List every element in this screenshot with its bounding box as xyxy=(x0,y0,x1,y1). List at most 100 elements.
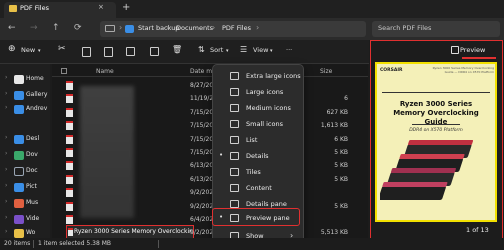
forward-icon[interactable]: → xyxy=(30,23,38,33)
music-icon xyxy=(14,199,24,208)
file-size: 5 KB xyxy=(334,149,348,156)
pdf-file-icon xyxy=(66,148,73,157)
pdf-file-icon xyxy=(66,94,73,104)
breadcrumb-separator: › xyxy=(212,23,216,32)
chevron-right-icon[interactable]: › xyxy=(5,104,7,111)
cut-icon[interactable]: ✂ xyxy=(58,44,66,54)
paste-icon[interactable] xyxy=(104,47,113,57)
rename-icon[interactable] xyxy=(126,47,135,56)
refresh-icon[interactable]: ⟳ xyxy=(74,23,82,33)
pc-icon xyxy=(105,25,115,32)
chevron-right-icon[interactable]: › xyxy=(5,90,7,97)
new-button[interactable]: New xyxy=(21,46,35,54)
breadcrumb-separator: › xyxy=(119,23,123,32)
divider xyxy=(158,240,159,248)
download-icon xyxy=(14,151,24,160)
breadcrumb-separator: › xyxy=(256,23,260,32)
menu-item-label: Content xyxy=(246,184,272,192)
folder-icon xyxy=(9,5,17,12)
sidebar-item-label[interactable]: Wo xyxy=(26,229,35,236)
chevron-right-icon[interactable]: › xyxy=(5,198,7,205)
view-option-icon xyxy=(230,136,239,144)
sidebar-item-label[interactable]: Home xyxy=(26,75,44,82)
selection-info: 1 item selected 5.38 MB xyxy=(38,240,111,247)
sidebar-item-label[interactable]: Pict xyxy=(26,183,37,190)
menu-item-label: List xyxy=(246,136,258,144)
pdf-file-icon xyxy=(66,161,73,171)
file-size: 5 KB xyxy=(334,202,348,210)
chevron-right-icon[interactable]: › xyxy=(5,74,7,81)
chevron-right-icon[interactable]: › xyxy=(5,182,7,189)
preview-button[interactable]: Preview xyxy=(460,46,485,54)
file-size: 1,613 KB xyxy=(320,122,348,130)
sidebar-item-label[interactable]: Dov xyxy=(26,151,38,158)
pdf-file-icon xyxy=(66,201,73,211)
file-size: 6 xyxy=(344,95,348,103)
divider xyxy=(52,76,368,77)
document-title: Ryzen 3000 Series Memory Overclocking Gu… xyxy=(393,100,479,126)
file-size: 627 KB xyxy=(326,108,348,116)
view-option-icon xyxy=(230,200,239,208)
chevron-right-icon[interactable]: › xyxy=(5,214,7,221)
view-icon: ☰ xyxy=(240,45,248,54)
page-count: 1 of 13 xyxy=(466,226,489,234)
view-option-icon xyxy=(230,152,239,160)
column-header-name[interactable]: Name xyxy=(96,68,114,75)
more-options-button[interactable]: ··· xyxy=(286,46,292,54)
divider xyxy=(412,124,460,125)
file-size: 6 KB xyxy=(334,135,348,143)
videos-icon xyxy=(14,215,24,224)
breadcrumb-pdf-files[interactable]: PDF Files xyxy=(222,24,251,32)
sidebar-item-label[interactable]: Desl xyxy=(26,135,39,142)
pdf-file-icon xyxy=(66,81,73,90)
selected-file-name: Ryzen 3000 Series Memory Overclocking Gu… xyxy=(74,228,192,235)
menu-item-label: Tiles xyxy=(246,168,261,176)
sidebar-item-label[interactable]: Mus xyxy=(26,199,38,206)
home-icon xyxy=(14,75,24,84)
copy-icon[interactable] xyxy=(82,47,91,57)
menu-item-label: Extra large icons xyxy=(246,72,301,80)
chevron-down-icon[interactable]: ▾ xyxy=(270,48,273,54)
delete-icon[interactable]: 🗑 xyxy=(172,45,182,54)
select-all-checkbox[interactable] xyxy=(61,68,67,74)
preview-button-underline xyxy=(462,57,496,59)
chevron-right-icon[interactable]: › xyxy=(5,134,7,141)
pictures-icon xyxy=(14,183,24,192)
documents-icon xyxy=(14,167,24,176)
sidebar-item-label[interactable]: Doc xyxy=(26,167,38,174)
sort-button[interactable]: Sort xyxy=(210,46,223,54)
sidebar-item-label[interactable]: Andrev xyxy=(26,105,47,112)
menu-item-label: Large icons xyxy=(246,88,284,96)
menu-item-label: Details xyxy=(246,152,269,160)
view-button[interactable]: View xyxy=(253,46,268,54)
pdf-file-icon xyxy=(66,121,73,131)
memory-modules-image xyxy=(380,138,492,208)
menu-item-label: Details pane xyxy=(246,200,287,208)
chevron-down-icon[interactable]: ▾ xyxy=(38,48,41,54)
preview-pane-highlight xyxy=(212,208,300,226)
menu-item-label: Small icons xyxy=(246,120,283,128)
chevron-right-icon[interactable]: › xyxy=(5,166,7,173)
new-icon: ⊕ xyxy=(8,44,16,54)
column-header-size[interactable]: Size xyxy=(320,68,332,75)
selected-file-date: 9/2/202 xyxy=(190,229,214,236)
view-option-icon xyxy=(230,88,239,96)
close-tab-button[interactable]: × xyxy=(98,3,104,11)
breadcrumb-start-backup[interactable]: Start backup xyxy=(138,24,179,32)
share-icon[interactable] xyxy=(150,47,159,56)
chevron-right-icon[interactable]: › xyxy=(5,228,7,235)
blurred-filenames xyxy=(80,86,134,218)
back-icon[interactable]: ← xyxy=(8,23,16,33)
pdf-file-icon xyxy=(68,228,73,236)
breadcrumb-documents[interactable]: Documents xyxy=(176,24,213,32)
sidebar-item-label[interactable]: Vide xyxy=(26,215,39,222)
desktop-icon xyxy=(14,135,24,144)
new-tab-button[interactable]: + xyxy=(122,3,130,13)
sidebar-item-label[interactable]: Gallery xyxy=(26,91,47,98)
selected-dot: • xyxy=(219,151,224,159)
view-option-icon xyxy=(230,120,239,128)
pdf-file-icon xyxy=(66,134,73,144)
chevron-right-icon[interactable]: › xyxy=(5,150,7,157)
chevron-down-icon[interactable]: ▾ xyxy=(226,48,229,54)
up-icon[interactable]: ↑ xyxy=(52,23,60,33)
